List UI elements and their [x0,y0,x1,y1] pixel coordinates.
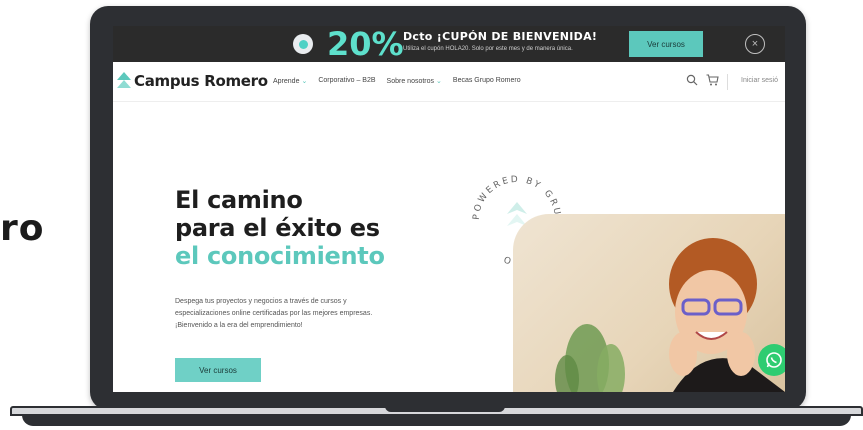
promo-banner: 20% Dcto ¡CUPÓN DE BIENVENIDA! Utiliza e… [113,26,785,62]
hero-desc-line3: ¡Bienvenido a la era del emprendimiento! [175,322,303,329]
hero-title-line2: para el éxito es [175,214,380,242]
brand-logo[interactable]: Campus Romero [117,72,268,90]
hero-courses-button[interactable]: Ver cursos [175,358,261,382]
hero-description: Despega tus proyectos y negocios a travé… [175,296,425,332]
hero-desc-line2: especializaciones online certificadas po… [175,310,373,317]
hero-photo [513,214,785,392]
nav-item-corporativo[interactable]: Corporativo – B2B [318,77,375,85]
whatsapp-icon[interactable] [758,344,785,376]
background-brand-text: ro [0,208,45,249]
gift-icon [293,34,313,54]
main-nav: Campus Romero Aprende ⌄ Corporativo – B2B… [113,62,785,102]
promo-title: Dcto ¡CUPÓN DE BIENVENIDA! [403,30,598,43]
nav-divider [727,74,728,90]
laptop-notch [385,406,505,412]
nav-menu: Aprende ⌄ Corporativo – B2B Sobre nosotro… [273,77,521,85]
chevron-down-icon: ⌄ [436,78,442,85]
hero-title-line3: el conocimiento [175,242,385,270]
hero-title: El camino para el éxito es el conocimien… [175,186,385,270]
close-icon[interactable]: × [745,34,765,54]
nav-item-aprende[interactable]: Aprende ⌄ [273,77,307,85]
promo-percent: 20% [327,26,404,63]
nav-item-sobre-nosotros[interactable]: Sobre nosotros ⌄ [387,77,442,85]
laptop-screen: 20% Dcto ¡CUPÓN DE BIENVENIDA! Utiliza e… [113,26,785,392]
chevron-down-icon: ⌄ [301,78,308,85]
logo-mark-icon [117,72,131,90]
brand-name: Campus Romero [134,72,268,90]
cart-icon[interactable] [706,74,719,89]
search-icon[interactable] [686,74,698,89]
promo-courses-button[interactable]: Ver cursos [629,31,703,57]
hero-title-line1: El camino [175,186,303,214]
badge-logo-icon [507,202,527,214]
login-link[interactable]: Iniciar sesió [741,77,778,84]
laptop-base [10,406,863,428]
promo-subtitle: Utiliza el cupón HOLA20. Solo por este m… [403,46,573,52]
hero-desc-line1: Despega tus proyectos y negocios a travé… [175,298,347,305]
nav-item-becas[interactable]: Becas Grupo Romero [453,77,521,85]
